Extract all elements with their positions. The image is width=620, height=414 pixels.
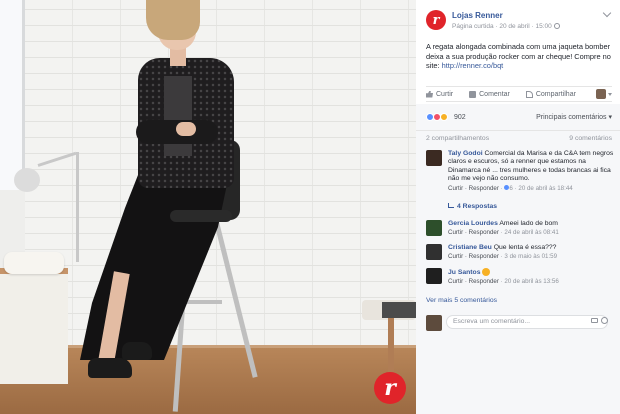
- viewer-avatar[interactable]: [596, 89, 606, 99]
- comment-actions[interactable]: Curtir · Responder: [448, 185, 499, 192]
- commenter-name[interactable]: Gercia Lourdes: [448, 220, 498, 227]
- post-caption: A regata alongada combinada com uma jaqu…: [426, 42, 612, 71]
- comment-text: Ameei lado de bom: [499, 220, 558, 227]
- replies-label: 4 Respostas: [457, 203, 498, 210]
- comment-text: Que lenta é essa???: [493, 244, 557, 251]
- post-meta: Página curtida · 20 de abril · 15:00: [452, 22, 560, 31]
- post-meta-text: Página curtida · 20 de abril · 15:00: [452, 23, 552, 30]
- comment-meta: Curtir · Responder · 6 · 20 de abril às …: [448, 184, 573, 192]
- facebook-post-viewer: r r Lojas Renner Página curtida · 20 de …: [0, 0, 620, 414]
- sneaker: [122, 342, 152, 360]
- commenter-avatar[interactable]: [426, 150, 442, 166]
- comment-input[interactable]: Escreva um comentário...: [446, 315, 608, 329]
- caption-link[interactable]: http://renner.co/bqt: [442, 61, 504, 70]
- commenter-name[interactable]: Ju Santos: [448, 269, 480, 276]
- like-button[interactable]: Curtir: [426, 90, 453, 99]
- page-avatar[interactable]: r: [426, 10, 446, 30]
- wow-reaction-icon: [440, 113, 448, 121]
- comment-actions[interactable]: Curtir · Responder: [448, 278, 499, 285]
- comment-body: Taly Godoi Comercial da Marisa e da C&A …: [448, 150, 614, 193]
- page-name[interactable]: Lojas Renner: [452, 11, 503, 20]
- like-label: Curtir: [436, 90, 454, 98]
- comment-meta: Curtir · Responder · 24 de abril às 08:4…: [448, 229, 614, 237]
- comment-icon: [469, 90, 477, 98]
- write-comment-row: Escreva um comentário...: [426, 314, 612, 332]
- post-header: r Lojas Renner Página curtida · 20 de ab…: [416, 0, 620, 40]
- comment-filter-dropdown[interactable]: Principais comentários ▾: [536, 113, 612, 122]
- comment-actions[interactable]: Curtir · Responder: [448, 229, 499, 236]
- hair: [146, 0, 200, 40]
- view-more-comments-link[interactable]: Ver mais 5 comentários: [426, 296, 497, 305]
- reply-arrow-icon: [448, 203, 454, 208]
- commenter-name[interactable]: Taly Godoi: [448, 150, 483, 157]
- comment-button[interactable]: Comentar: [469, 90, 510, 99]
- share-button[interactable]: Compartilhar: [525, 90, 576, 99]
- model-figure: [0, 0, 416, 414]
- share-icon: [525, 90, 533, 98]
- camera-icon[interactable]: [591, 318, 598, 323]
- reaction-count[interactable]: 902: [454, 113, 466, 122]
- comment-actions[interactable]: Curtir · Responder: [448, 253, 499, 260]
- hand: [176, 122, 196, 136]
- post-photo[interactable]: r: [0, 0, 416, 414]
- comment-date[interactable]: · 3 de maio às 01:59: [501, 253, 557, 260]
- comment-body: Ju Santos Curtir · Responder · 20 de abr…: [448, 268, 614, 287]
- comment-body: Gercia Lourdes Ameei lado de bom Curtir …: [448, 220, 614, 238]
- like-icon: [426, 90, 433, 98]
- comment-date[interactable]: · 20 de abril às 13:56: [501, 278, 559, 285]
- comment-date[interactable]: · 24 de abril às 08:41: [501, 229, 559, 236]
- share-label: Compartilhar: [535, 90, 576, 98]
- chevron-down-icon[interactable]: [602, 8, 612, 18]
- comment-body: Cristiane Beu Que lenta é essa??? Curtir…: [448, 244, 614, 262]
- comment-meta: Curtir · Responder · 20 de abril às 13:5…: [448, 278, 614, 286]
- renner-logo-icon: r: [374, 372, 406, 404]
- commenter-avatar[interactable]: [426, 268, 442, 284]
- laughing-emoji-icon: [482, 268, 491, 276]
- comments-section: Taly Godoi Comercial da Marisa e da C&A …: [416, 144, 620, 414]
- action-bar: Curtir Comentar Compartilhar: [426, 86, 612, 102]
- view-replies-link[interactable]: 4 Respostas: [448, 202, 497, 211]
- commenter-avatar[interactable]: [426, 244, 442, 260]
- comments-count[interactable]: 9 comentários: [569, 134, 612, 143]
- sneaker: [88, 358, 132, 378]
- commenter-avatar[interactable]: [426, 220, 442, 236]
- stool-seat: [170, 210, 232, 222]
- caret-down-icon[interactable]: [608, 92, 612, 96]
- long-tank-top: [164, 76, 192, 156]
- comment-label: Comentar: [479, 90, 510, 98]
- reactions-row: 902 Principais comentários ▾: [416, 104, 620, 130]
- shares-count[interactable]: 2 compartilhamentos: [426, 134, 489, 143]
- shares-row: 2 compartilhamentos 9 comentários: [416, 130, 620, 145]
- commenter-name[interactable]: Cristiane Beu: [448, 244, 492, 251]
- sticker-icon[interactable]: [601, 317, 608, 324]
- comment-like-count[interactable]: 6: [509, 185, 512, 192]
- globe-icon: [553, 23, 560, 30]
- post-panel: r Lojas Renner Página curtida · 20 de ab…: [416, 0, 620, 414]
- comment-meta: Curtir · Responder · 3 de maio às 01:59: [448, 253, 614, 261]
- comment-date[interactable]: · 20 de abril às 18:44: [515, 185, 573, 192]
- current-user-avatar[interactable]: [426, 315, 442, 331]
- reaction-icons[interactable]: [426, 113, 448, 121]
- renner-logo-icon: r: [432, 12, 440, 28]
